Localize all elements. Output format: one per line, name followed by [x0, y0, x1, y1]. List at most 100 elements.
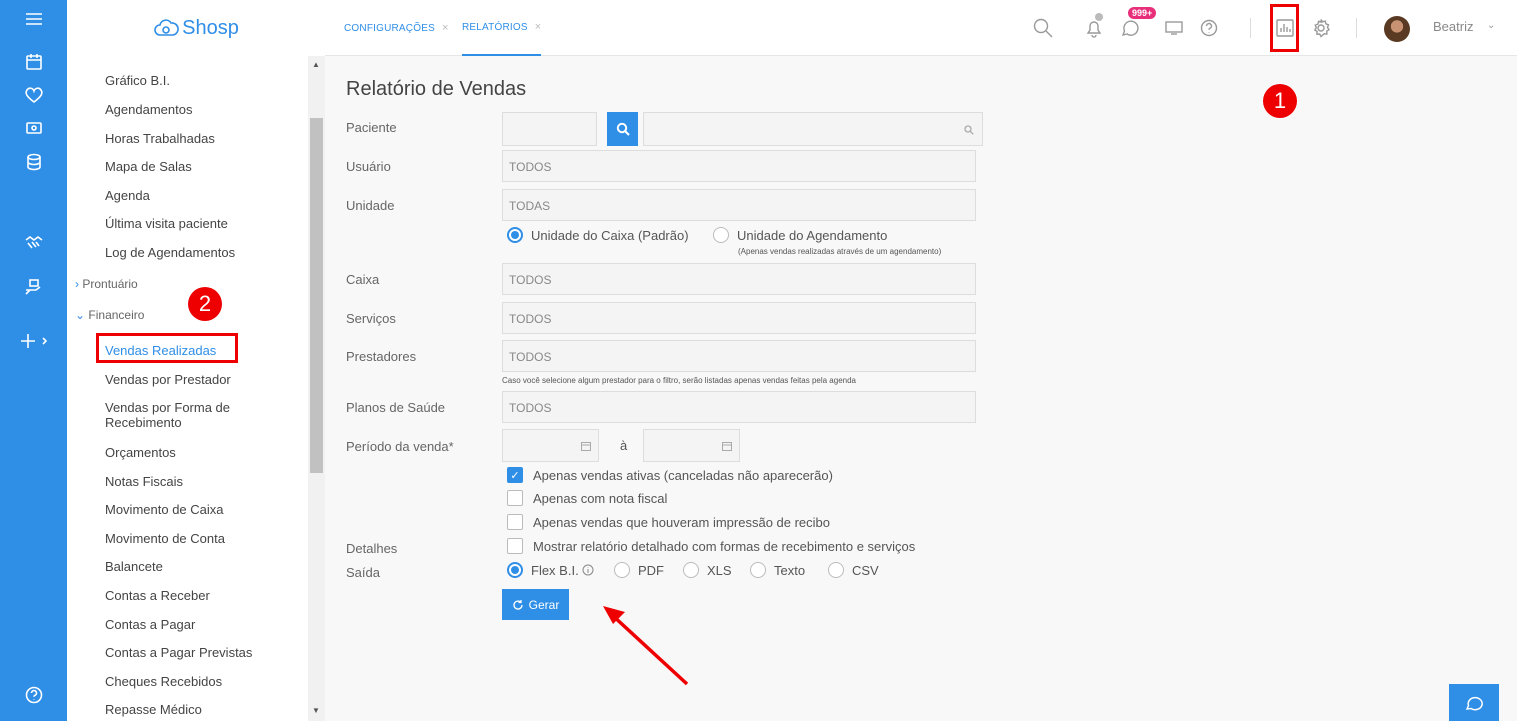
heart-icon[interactable] — [0, 80, 67, 110]
menu-item[interactable]: Última visita paciente — [105, 216, 228, 231]
menu-item[interactable]: Log de Agendamentos — [105, 245, 235, 260]
menu-item[interactable]: Movimento de Conta — [105, 531, 225, 546]
info-icon[interactable] — [582, 564, 594, 576]
money-icon[interactable] — [0, 113, 67, 143]
checkbox-indicator — [507, 514, 523, 530]
chevron-down-icon[interactable]: ⌄ — [1487, 20, 1495, 31]
prestadores-label: Prestadores — [346, 349, 417, 364]
menu-group-prontuario[interactable]: › Prontuário — [75, 277, 138, 291]
radio-label: PDF — [638, 562, 664, 578]
close-icon[interactable]: × — [535, 21, 542, 33]
radio-saida-xls[interactable]: XLS — [683, 562, 732, 578]
prestadores-select[interactable]: TODOS — [502, 340, 976, 372]
periodo-label: Período da venda* — [346, 439, 454, 454]
menu-item[interactable]: Vendas por Forma de Recebimento — [105, 400, 255, 430]
usuario-select[interactable]: TODOS — [502, 150, 976, 182]
radio-indicator — [507, 562, 523, 578]
database-icon[interactable] — [0, 147, 67, 177]
caixa-select[interactable]: TODOS — [502, 263, 976, 295]
servicos-select[interactable]: TODOS — [502, 302, 976, 334]
menu-item[interactable]: Contas a Pagar — [105, 617, 195, 632]
gerar-label: Gerar — [528, 597, 560, 612]
search-icon[interactable] — [1031, 16, 1055, 40]
menu-item[interactable]: Contas a Receber — [105, 588, 210, 603]
calendar-icon[interactable] — [0, 47, 67, 77]
tab-relatorios[interactable]: RELATÓRIOS × — [462, 0, 542, 56]
top-bar: CONFIGURAÇÕES × RELATÓRIOS × 999+ Beatri… — [325, 0, 1517, 56]
radio-saida-texto[interactable]: Texto — [750, 562, 805, 578]
tab-label: CONFIGURAÇÕES — [344, 22, 435, 34]
user-name[interactable]: Beatriz — [1433, 19, 1473, 34]
checkbox-vendas-ativas[interactable]: ✓ Apenas vendas ativas (canceladas não a… — [507, 467, 833, 483]
calendar-icon — [581, 442, 591, 451]
paciente-search-button[interactable] — [607, 112, 638, 146]
menu-item[interactable]: Movimento de Caixa — [105, 502, 224, 517]
radio-label: Unidade do Agendamento — [737, 227, 888, 243]
close-icon[interactable]: × — [442, 22, 449, 34]
chevron-down-icon: ⌄ — [75, 308, 86, 322]
checkbox-impressao-recibo[interactable]: Apenas vendas que houveram impressão de … — [507, 514, 830, 530]
bell-icon[interactable] — [1082, 16, 1106, 40]
paciente-code-input[interactable] — [502, 112, 597, 146]
radio-saida-csv[interactable]: CSV — [828, 562, 879, 578]
question-icon[interactable] — [1197, 16, 1221, 40]
menu-item[interactable]: Orçamentos — [105, 445, 176, 460]
gear-icon[interactable] — [1309, 16, 1333, 40]
checkbox-nota-fiscal[interactable]: Apenas com nota fiscal — [507, 490, 667, 506]
menu-item[interactable]: Notas Fiscais — [105, 474, 183, 489]
menu-item[interactable]: Contas a Pagar Previstas — [105, 645, 252, 660]
radio-label: Texto — [774, 562, 806, 578]
main-content: Relatório de Vendas Paciente Usuário TOD… — [325, 56, 1517, 721]
app-logo[interactable]: Shosp — [67, 0, 325, 56]
paciente-name-input[interactable] — [643, 112, 983, 146]
scroll-down-icon[interactable]: ▼ — [312, 706, 320, 715]
hand-box-icon[interactable] — [0, 272, 67, 302]
menu-item[interactable]: Cheques Recebidos — [105, 674, 222, 689]
add-icon[interactable] — [0, 326, 67, 356]
menu-item[interactable]: Repasse Médico — [105, 702, 202, 717]
help-icon[interactable] — [0, 680, 67, 710]
unidade-label: Unidade — [346, 198, 395, 213]
scroll-up-icon[interactable]: ▲ — [312, 60, 320, 69]
checkbox-label: Apenas com nota fiscal — [533, 490, 668, 506]
menu-item[interactable]: Balancete — [105, 559, 163, 574]
radio-unidade-caixa[interactable]: Unidade do Caixa (Padrão) — [507, 227, 689, 243]
periodo-start-input[interactable] — [502, 429, 599, 462]
menu-item[interactable]: Agenda — [105, 188, 150, 203]
tab-configuracoes[interactable]: CONFIGURAÇÕES × — [344, 0, 449, 56]
checkbox-indicator — [507, 490, 523, 506]
radio-label: CSV — [852, 562, 879, 578]
calendar-icon — [722, 442, 732, 451]
separator — [1356, 18, 1357, 38]
avatar[interactable] — [1384, 16, 1410, 42]
radio-saida-flexbi[interactable]: Flex B.I. — [507, 562, 594, 578]
unidade-select[interactable]: TODAS — [502, 189, 976, 221]
radio-saida-pdf[interactable]: PDF — [614, 562, 664, 578]
menu-item[interactable]: Agendamentos — [105, 102, 192, 117]
periodo-separator: à — [620, 438, 628, 453]
paciente-label: Paciente — [346, 120, 397, 135]
gerar-button[interactable]: Gerar — [502, 589, 569, 620]
chat-bubble-icon — [1465, 696, 1483, 710]
caixa-label: Caixa — [346, 272, 380, 287]
separator — [1250, 18, 1251, 38]
periodo-end-input[interactable] — [643, 429, 740, 462]
monitor-icon[interactable] — [1162, 16, 1186, 40]
scrollbar-thumb[interactable] — [310, 118, 323, 473]
check-icon: ✓ — [507, 467, 523, 483]
prestadores-note: Caso você selecione algum prestador para… — [502, 376, 856, 385]
chat-icon[interactable] — [1118, 16, 1142, 40]
radio-indicator — [683, 562, 699, 578]
menu-item[interactable]: Mapa de Salas — [105, 159, 192, 174]
menu-item[interactable]: Horas Trabalhadas — [105, 131, 215, 146]
radio-unidade-agendamento[interactable]: Unidade do Agendamento — [713, 227, 887, 243]
menu-item[interactable]: Gráfico B.I. — [105, 73, 170, 88]
annotation-highlight-box — [1270, 4, 1299, 52]
planos-select[interactable]: TODOS — [502, 391, 976, 423]
checkbox-relatorio-detalhado[interactable]: Mostrar relatório detalhado com formas d… — [507, 538, 915, 554]
menu-group-financeiro[interactable]: ⌄ Financeiro — [75, 308, 144, 322]
hamburger-menu-icon[interactable] — [0, 4, 67, 34]
handshake-icon[interactable] — [0, 228, 67, 258]
chat-support-button[interactable] — [1449, 684, 1499, 721]
menu-item[interactable]: Vendas por Prestador — [105, 372, 231, 387]
